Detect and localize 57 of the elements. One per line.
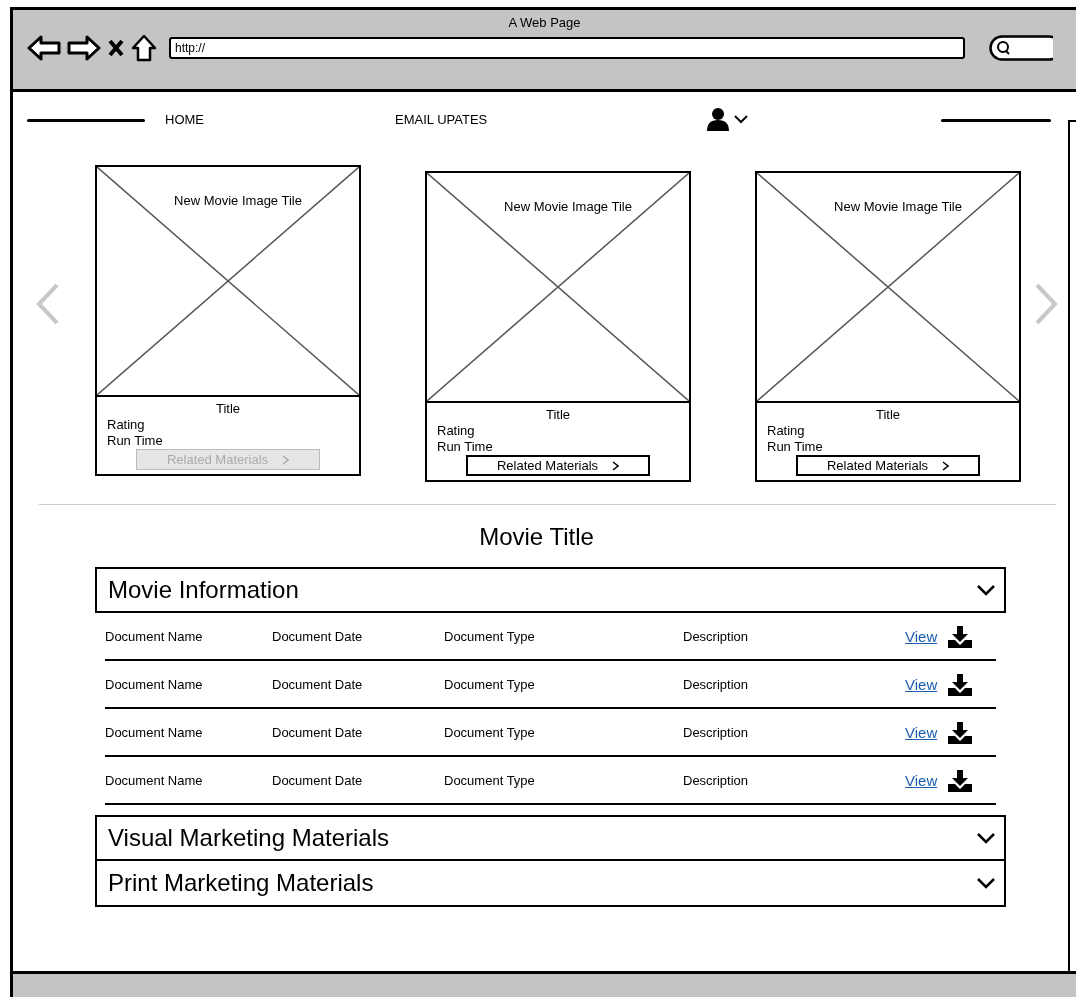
run-time-label: Run Time [767,439,824,455]
run-time-label: Run Time [437,439,494,455]
view-link[interactable]: View [905,673,938,697]
movie-title: Movie Title [478,522,595,552]
back-icon[interactable] [27,35,61,61]
chevron-right-icon [282,454,290,465]
table-cell: Document Name [105,629,203,645]
address-bar[interactable]: http:// [169,37,965,59]
table-cell: Description [683,629,749,645]
related-materials-button[interactable]: Related Materials [466,455,650,476]
accordion-header[interactable]: Print Marketing Materials [95,861,1006,907]
chevron-right-icon [942,460,950,471]
rating-label: Rating [767,423,806,439]
run-time-label: Run Time [107,433,164,449]
rating-label: Rating [107,417,146,433]
nav-link[interactable]: HOME [165,110,204,130]
table-cell: Document Date [272,677,363,693]
table-cell: Document Date [272,773,363,789]
table-cell: Document Name [105,773,203,789]
view-link[interactable]: View [905,625,938,649]
table-cell: Document Type [444,725,535,741]
table-cell: Document Date [272,629,363,645]
related-materials-button[interactable]: Related Materials [796,455,980,476]
image-label: New Movie Image Tile [833,198,963,216]
table-cell: Document Name [105,725,203,741]
scrollbar[interactable] [1068,120,1076,971]
table-cell: Description [683,725,749,741]
view-link[interactable]: View [905,721,938,745]
download-icon[interactable] [947,721,974,745]
close-icon[interactable] [107,38,125,58]
download-icon[interactable] [947,673,974,697]
tile-title: Title [214,401,242,417]
table-cell: Description [683,677,749,693]
download-icon[interactable] [947,769,974,793]
accordion-header[interactable]: Movie Information [95,567,1006,613]
rating-label: Rating [437,423,476,439]
chevron-down-icon [976,584,996,596]
table-cell: Description [683,773,749,789]
tile-title: Title [874,407,902,423]
tile-title: Title [544,407,572,423]
table-cell: Document Type [444,773,535,789]
view-link[interactable]: View [905,769,938,793]
search-field[interactable] [989,35,1053,61]
table-cell: Document Name [105,677,203,693]
table-cell: Document Type [444,677,535,693]
image-label: New Movie Image Tile [173,192,303,210]
chevron-down-icon [976,832,996,844]
image-label: New Movie Image Tile [503,198,633,216]
table-cell: Document Date [272,725,363,741]
accordion-header[interactable]: Visual Marketing Materials [95,815,1006,861]
nav-link[interactable]: EMAIL UPATES [395,110,488,130]
download-icon[interactable] [947,625,974,649]
chevron-down-icon [976,877,996,889]
table-cell: Document Type [444,629,535,645]
chevron-right-icon [612,460,620,471]
window-title: A Web Page [507,14,582,32]
forward-icon[interactable] [67,35,101,61]
